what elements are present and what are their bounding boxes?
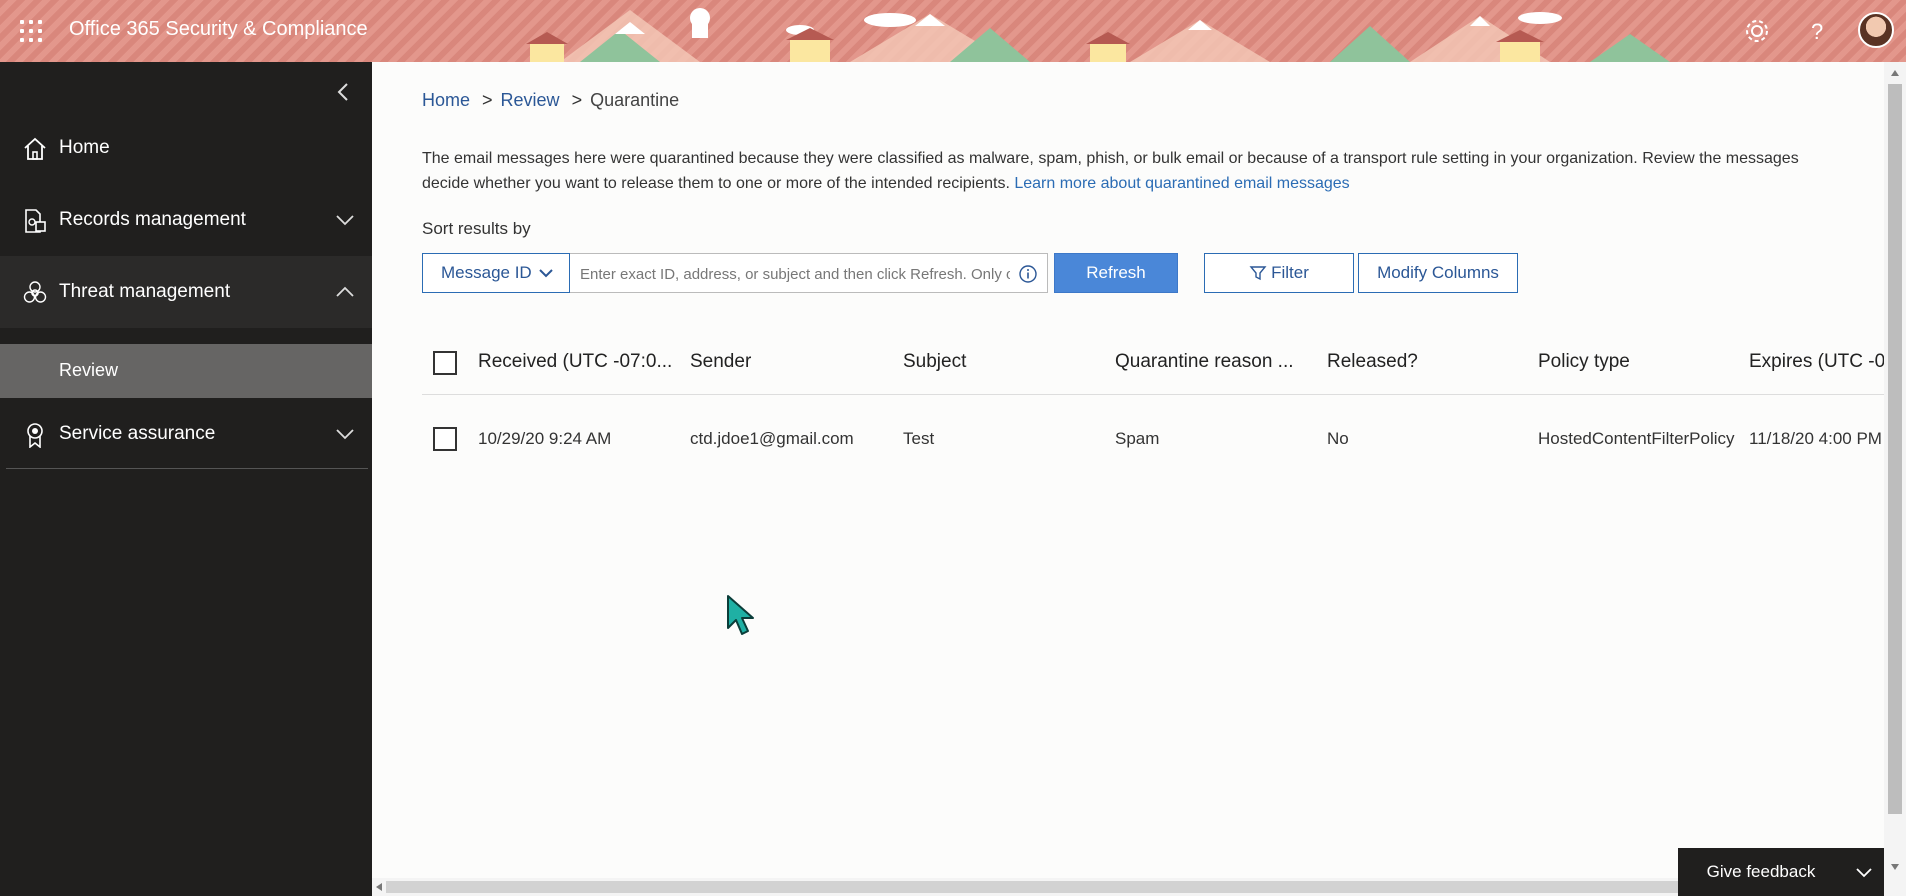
collapse-nav-icon[interactable] [332, 80, 356, 104]
sort-label: Sort results by [422, 219, 531, 238]
sidebar: Home Records management Threat managemen… [0, 62, 372, 896]
search-input[interactable] [578, 262, 1012, 286]
help-icon[interactable]: ? [1800, 14, 1834, 48]
cell-expires: 11/18/20 4:00 PM [1749, 429, 1882, 448]
svg-text:?: ? [1811, 19, 1823, 44]
chevron-down-icon [336, 429, 354, 440]
description-line: decide whether you want to release them … [422, 175, 1010, 192]
search-field [570, 253, 1048, 293]
filter-label: Filter [1271, 263, 1309, 282]
row-checkbox[interactable] [433, 427, 457, 451]
scroll-left-icon[interactable] [374, 882, 384, 892]
info-icon[interactable] [1018, 264, 1038, 284]
breadcrumb: Home > Review > Quarantine [422, 90, 679, 111]
breadcrumb-current: Quarantine [590, 90, 680, 110]
column-header-released[interactable]: Released? [1327, 351, 1418, 373]
records-icon [25, 209, 46, 233]
cell-received: 10/29/20 9:24 AM [478, 429, 612, 448]
scroll-down-icon[interactable] [1890, 862, 1900, 872]
breadcrumb-review[interactable]: Review [501, 90, 560, 110]
filter-icon [1249, 266, 1267, 281]
sort-field-dropdown[interactable]: Message ID [422, 253, 570, 293]
cell-sender: ctd.jdoe1@gmail.com [690, 429, 854, 448]
mouse-cursor-icon [727, 595, 754, 635]
give-feedback-button[interactable]: Give feedback [1678, 848, 1844, 896]
chevron-down-icon [336, 215, 354, 226]
scrollbar-thumb[interactable] [1888, 84, 1902, 814]
home-icon [24, 137, 46, 160]
sidebar-subitem-review[interactable]: Review [0, 344, 372, 398]
chevron-up-icon [336, 286, 354, 297]
sidebar-item-label: Home [59, 137, 110, 158]
chevron-down-icon [1856, 868, 1872, 878]
avatar[interactable] [1858, 12, 1894, 48]
app-title[interactable]: Office 365 Security & Compliance [69, 18, 368, 41]
main-content: Home > Review > Quarantine The email message… [372, 62, 1884, 878]
sidebar-item-home[interactable]: Home [0, 112, 372, 184]
sidebar-item-label: Threat management [59, 281, 231, 302]
biohazard-icon [23, 281, 47, 303]
sidebar-item-threat-management[interactable]: Threat management [0, 256, 372, 328]
table-header: Received (UTC -07:0... Sender Subject Qu… [422, 332, 1884, 395]
sort-field-value: Message ID [441, 263, 532, 282]
page-description: The email messages here were quarantined… [422, 146, 1884, 196]
learn-more-link[interactable]: Learn more about quarantined email messa… [1014, 175, 1349, 192]
feedback-toggle[interactable] [1844, 848, 1884, 896]
cell-policy-type: HostedContentFilterPolicy [1538, 429, 1735, 448]
gear-icon[interactable] [1740, 14, 1774, 48]
sidebar-divider [6, 468, 368, 469]
header-illustration [526, 8, 1670, 62]
chevron-down-icon [538, 269, 553, 278]
breadcrumb-separator: > [482, 90, 493, 110]
description-line: The email messages here were quarantined… [422, 150, 1799, 167]
column-header-received[interactable]: Received (UTC -07:0... [478, 351, 672, 373]
column-header-sender[interactable]: Sender [690, 351, 751, 373]
sidebar-item-records-management[interactable]: Records management [0, 184, 372, 256]
cell-released: No [1327, 429, 1349, 448]
breadcrumb-home[interactable]: Home [422, 90, 470, 110]
select-all-checkbox[interactable] [433, 351, 457, 375]
table-row[interactable]: 10/29/20 9:24 AM ctd.jdoe1@gmail.com Tes… [422, 402, 1884, 472]
scroll-up-icon[interactable] [1890, 68, 1900, 78]
sidebar-item-service-assurance[interactable]: Service assurance [0, 398, 372, 470]
vertical-scrollbar[interactable] [1884, 62, 1906, 878]
modify-columns-button[interactable]: Modify Columns [1358, 253, 1518, 293]
refresh-button[interactable]: Refresh [1054, 253, 1178, 293]
top-bar: Office 365 Security & Compliance ? [0, 0, 1906, 62]
waffle-icon[interactable] [20, 20, 42, 42]
sidebar-subitem-label: Review [59, 360, 119, 380]
ribbon-icon [27, 423, 43, 448]
cell-quarantine-reason: Spam [1115, 429, 1160, 448]
breadcrumb-separator: > [571, 90, 583, 110]
scrollbar-thumb[interactable] [386, 881, 1686, 893]
horizontal-scrollbar[interactable] [372, 878, 1906, 896]
filter-button[interactable]: Filter [1204, 253, 1354, 293]
column-header-subject[interactable]: Subject [903, 351, 966, 373]
column-header-expires[interactable]: Expires (UTC -0 [1749, 351, 1884, 373]
column-header-policy-type[interactable]: Policy type [1538, 351, 1630, 373]
sidebar-item-label: Service assurance [59, 423, 216, 444]
sidebar-item-label: Records management [59, 209, 246, 230]
column-header-quarantine-reason[interactable]: Quarantine reason ... [1115, 351, 1294, 373]
cell-subject: Test [903, 429, 935, 448]
